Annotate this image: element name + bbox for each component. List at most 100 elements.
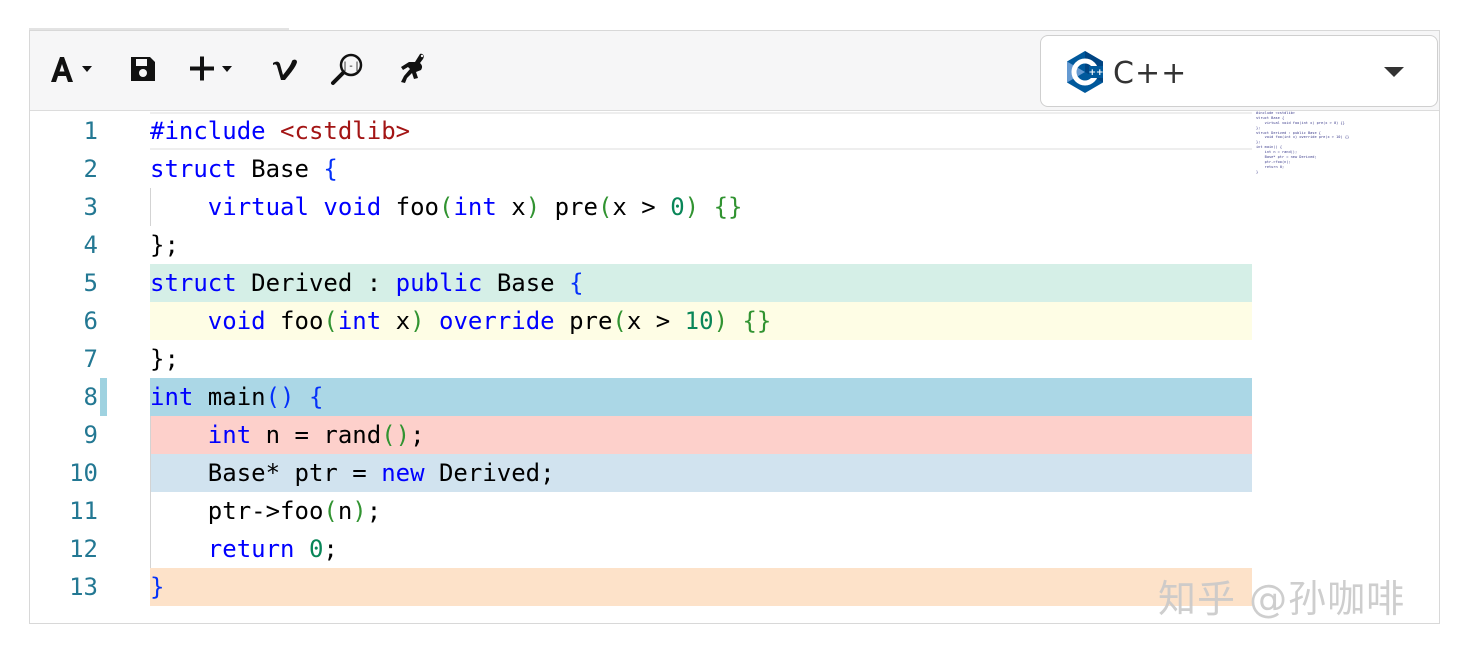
code-line[interactable]: struct Base { [150,150,1252,188]
minimap-token: x > [1327,135,1337,140]
code-token: ) [352,497,367,525]
code-line[interactable]: int n = rand(); [150,416,1252,454]
code-line[interactable]: Base* ptr = new Derived; [150,454,1252,492]
line-number: 12 [69,535,98,563]
line-number: 4 [83,231,98,259]
line-number: 13 [69,573,98,601]
code-line[interactable]: virtual void foo(int x) pre(x > 0) {} [150,188,1252,226]
minimap-line: } [1256,170,1406,174]
code-line[interactable]: return 0; [150,530,1252,568]
line-number: 2 [83,155,98,183]
code-token: } [150,573,165,601]
minimap-token: pre [1314,120,1324,125]
minimap[interactable]: #include <cstdlib> struct Base { virtual … [1256,111,1406,174]
minimap-token: int [1284,135,1293,140]
code-token: ( [597,193,613,221]
code-line[interactable]: }; [150,226,1252,264]
minimap-token [1256,135,1265,139]
code-line[interactable]: ptr->foo(n); [150,492,1252,530]
indent-guide [150,416,151,568]
code-editor[interactable]: 1 2 3 4 5 6 7 8 9 10 11 12 13 #include <cstdlib> stru… [30,111,1410,623]
minimap-token: { [1281,115,1285,120]
minimap-line: ptr->foo(n); [1256,160,1406,164]
minimap-token: override [1299,135,1319,140]
vim-mode-button[interactable] [270,49,300,89]
minimap-token: Base* ptr = [1256,155,1291,160]
minimap-token: public [1292,130,1308,135]
code-token: <cstdlib> [280,117,411,145]
code-token: { [323,155,338,183]
line-number: 1 [83,117,98,145]
code-token: void [207,307,281,335]
code-token: struct [150,269,252,297]
code-token: pre [569,307,613,335]
language-select[interactable]: ++ C++ [1040,35,1438,107]
minimap-token: Base [1271,115,1282,120]
code-token: x [395,307,411,335]
code-token: () [381,421,411,449]
minimap-token: int [1256,145,1265,150]
minimap-token: return [1264,164,1280,169]
runner-icon [401,53,424,83]
save-button[interactable] [128,49,158,89]
code-line[interactable]: struct Derived : public Base { [150,264,1252,302]
font-size-button[interactable] [48,49,98,89]
minimap-token: <cstdlib> [1275,111,1295,115]
code-token: public [395,269,497,297]
svg-text:++: ++ [1088,68,1103,78]
code-line[interactable]: int main() { [150,378,1252,416]
line-number: 6 [83,307,98,335]
code-token: n = rand [265,421,382,449]
code-token: foo [395,193,439,221]
code-token: main [207,383,266,411]
minimap-token: Base [1307,130,1319,135]
minimap-token [1256,121,1265,125]
toolbar: |-| ++ C++ [30,31,1439,111]
code-token: ( [612,307,627,335]
code-area[interactable]: #include <cstdlib> struct Base { virtual … [150,111,1252,623]
minimap-token: }; [1256,125,1261,130]
minimap-line: struct Base { [1256,116,1406,120]
minimap-line: int n = rand(); [1256,150,1406,154]
code-token: Base [251,155,324,183]
run-button[interactable] [396,49,432,89]
code-token: pre [540,193,598,221]
code-token: Derived; [438,459,555,487]
code-token: x [511,193,526,221]
minimap-token: main [1264,145,1274,150]
minimap-line: virtual void foo(int x) pre(x > 0) {} [1256,121,1406,125]
minimap-line: }; [1256,126,1406,130]
code-token: n [337,497,353,525]
minimap-token: struct [1256,115,1272,120]
code-line[interactable]: }; [150,340,1252,378]
code-token: ; [366,497,382,525]
code-token: ; [410,421,425,449]
code-line[interactable]: } [150,568,1252,606]
code-token: }; [150,345,179,373]
code-token: 0 [308,535,324,563]
code-token: struct [150,155,252,183]
minimap-token: int [1301,120,1311,125]
minimap-token [1256,150,1265,154]
find-replace-button[interactable]: |-| [330,49,366,89]
add-button[interactable] [188,49,240,89]
code-line[interactable]: void foo(int x) override pre(x > 10) {} [150,302,1252,340]
indent-guide [150,188,151,226]
watermark: 知乎 @孙咖啡 [1158,577,1406,621]
line-number: 9 [83,421,98,449]
line-number: 3 [83,193,98,221]
code-token: x > [626,307,685,335]
plus-icon [190,56,232,81]
code-token: ptr->foo [150,497,324,525]
minimap-token [1256,165,1265,169]
minimap-token: #include [1256,111,1276,115]
code-token: return [207,535,309,563]
gutter-marker [100,378,107,416]
code-line[interactable]: #include <cstdlib> [150,112,1252,150]
